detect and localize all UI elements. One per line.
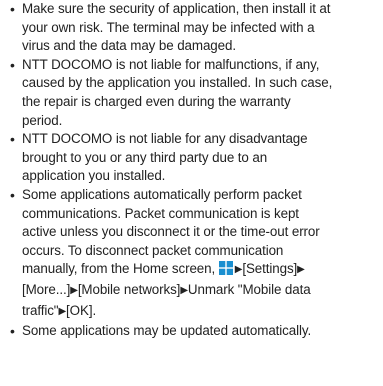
- list-item-disadvantage: • NTT DOCOMO is not liable for any disad…: [0, 130, 383, 186]
- bullet-marker: •: [10, 131, 15, 148]
- text-line: active unless you disconnect it or the t…: [22, 224, 320, 240]
- nav-instruction-line-2: [More...]▶[Mobile networks]▶Unmark "Mobi…: [22, 281, 379, 302]
- text-line: virus and the data may be damaged.: [22, 38, 236, 54]
- arrow-icon: ▶: [70, 284, 78, 296]
- text-line: NTT DOCOMO is not liable for any disadva…: [22, 131, 308, 147]
- arrow-icon: ▶: [58, 305, 67, 317]
- list-item-packet-communication: • Some applications automatically perfor…: [0, 186, 383, 322]
- text-line: your own risk. The terminal may be infec…: [22, 19, 315, 35]
- nav-instruction-line-1: manually, from the Home screen, ▶[Settin…: [22, 260, 379, 281]
- nav-unmark: Unmark "Mobile data: [187, 281, 311, 297]
- text-line: communications. Packet communication is …: [22, 205, 299, 221]
- nav-prefix: manually, from the Home screen,: [22, 261, 216, 277]
- text-line: Make sure the security of application, t…: [22, 1, 331, 16]
- list-item-auto-update: • Some applications may be updated autom…: [0, 322, 383, 341]
- nav-instruction-line-3: traffic"▶[OK].: [22, 302, 379, 323]
- list-item-malfunctions: • NTT DOCOMO is not liable for malfuncti…: [0, 56, 383, 130]
- nav-end: .: [92, 302, 97, 318]
- nav-more: [More...]: [22, 281, 71, 297]
- nav-mobile-networks: [Mobile networks]: [77, 281, 181, 297]
- apps-grid-icon: [218, 261, 233, 276]
- nav-settings: [Settings]: [242, 261, 298, 277]
- text-line: the repair is charged even during the wa…: [22, 93, 291, 109]
- nav-ok: [OK]: [66, 302, 93, 318]
- text-line: NTT DOCOMO is not liable for malfunction…: [22, 56, 320, 72]
- bullet-marker: •: [10, 323, 15, 340]
- arrow-icon: ▶: [297, 264, 305, 276]
- text-line: application you installed.: [22, 168, 166, 184]
- text-line: caused by the application you installed.…: [22, 75, 333, 91]
- bullet-marker: •: [10, 1, 15, 17]
- text-line: brought to you or any third party due to…: [22, 149, 268, 165]
- text-line: occurs. To disconnect packet communicati…: [22, 242, 284, 258]
- arrow-icon: ▶: [234, 264, 243, 276]
- precautions-list: • Make sure the security of application,…: [0, 0, 383, 341]
- nav-traffic: traffic": [22, 302, 59, 318]
- bullet-marker: •: [10, 186, 15, 203]
- text-line: Some applications may be updated automat…: [22, 323, 312, 339]
- list-item-security: • Make sure the security of application,…: [0, 0, 383, 56]
- text-line: Some applications automatically perform …: [22, 186, 302, 202]
- manual-page: • Make sure the security of application,…: [0, 0, 383, 386]
- arrow-icon: ▶: [180, 284, 188, 296]
- text-line: period.: [22, 112, 63, 128]
- bullet-marker: •: [10, 56, 15, 73]
